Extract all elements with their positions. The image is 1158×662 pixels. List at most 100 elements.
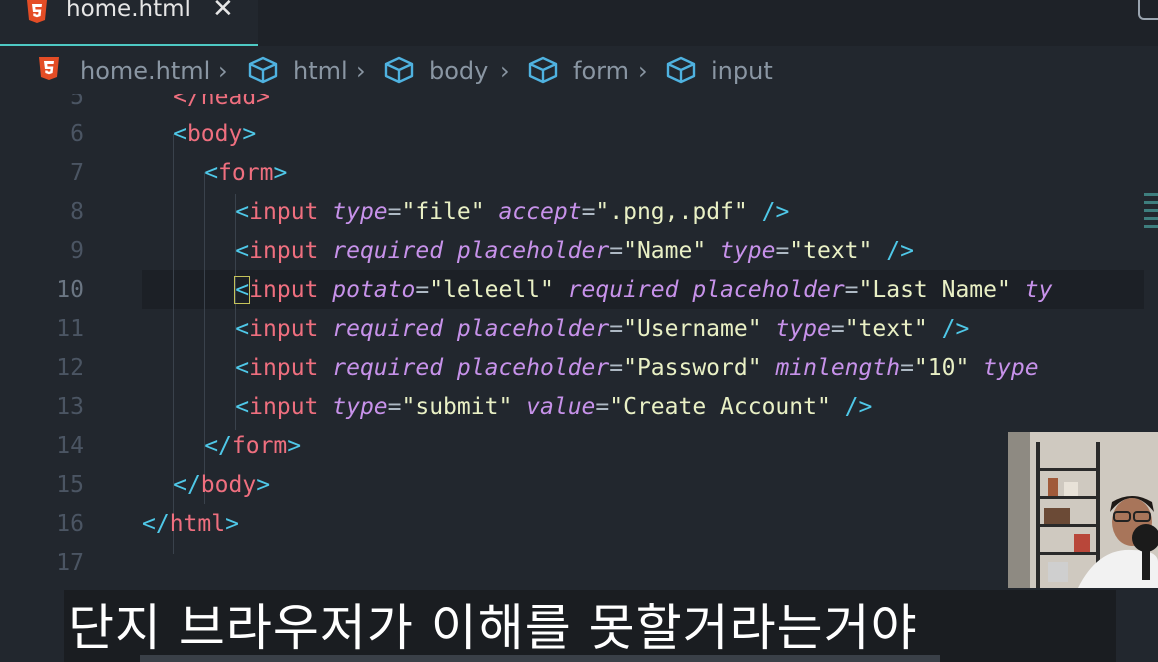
code-token: type	[775, 316, 831, 342]
code-token: input	[249, 394, 319, 420]
code-line[interactable]: </body>	[173, 472, 270, 498]
code-token: />	[747, 199, 790, 225]
code-line[interactable]: <form>	[204, 160, 287, 186]
code-token: required	[332, 238, 444, 264]
code-token: >	[242, 121, 257, 147]
code-line[interactable]: <input type="file" accept=".png,.pdf" />	[235, 199, 789, 225]
code-token: =	[775, 238, 790, 264]
code-token: =	[844, 277, 859, 303]
code-token: />	[927, 316, 970, 342]
code-token: <	[235, 316, 250, 342]
minimap[interactable]	[1144, 188, 1158, 248]
code-token: type	[720, 238, 776, 264]
code-line[interactable]: <input type="submit" value="Create Accou…	[235, 394, 872, 420]
code-token: input	[249, 199, 319, 225]
split-editor-icon[interactable]	[1138, 0, 1158, 20]
code-token: =	[609, 238, 624, 264]
code-token: minlength	[775, 355, 901, 381]
code-token: >	[273, 160, 288, 186]
code-token: required	[567, 277, 679, 303]
code-token: >	[287, 433, 302, 459]
code-line[interactable]: <input potato="leleell" required placeho…	[234, 276, 1053, 304]
code-token: "Create Account"	[609, 394, 831, 420]
horizontal-scrollbar[interactable]	[140, 655, 940, 662]
code-token: />	[872, 238, 914, 264]
code-token: =	[830, 316, 845, 342]
code-token: html	[169, 511, 226, 537]
line-number: 10	[56, 277, 84, 303]
chevron-right-icon: ›	[638, 57, 648, 85]
code-token: "Name"	[623, 238, 707, 264]
code-token: <	[235, 355, 250, 381]
code-token: "10"	[913, 355, 970, 381]
code-token: input	[249, 277, 319, 303]
code-token: "Last Name"	[858, 277, 1011, 303]
code-token: </	[204, 433, 232, 459]
code-line[interactable]: <input required placeholder="Name" type=…	[235, 238, 914, 264]
code-token: accept	[498, 199, 582, 225]
code-line: </head>	[173, 94, 270, 110]
code-token: <	[173, 121, 187, 147]
code-token: >	[225, 511, 239, 537]
chevron-right-icon: ›	[500, 57, 510, 85]
code-token: potato	[332, 277, 416, 303]
breadcrumb-item-file[interactable]: home.html	[80, 57, 210, 85]
cube-icon	[248, 56, 278, 84]
breadcrumb-item-form[interactable]: form	[573, 57, 629, 85]
chevron-right-icon: ›	[218, 57, 228, 85]
code-token: <	[204, 160, 219, 186]
tab-home-html[interactable]: home.html ✕	[0, 0, 258, 46]
line-number: 11	[56, 316, 84, 342]
code-token: =	[609, 316, 624, 342]
chevron-right-icon: ›	[356, 57, 366, 85]
code-token: =	[609, 355, 624, 381]
code-token: =	[595, 394, 610, 420]
code-token: placeholder	[456, 316, 610, 342]
code-token: "text"	[844, 316, 928, 342]
code-token: placeholder	[456, 238, 610, 264]
close-icon[interactable]: ✕	[212, 0, 234, 24]
line-number: 7	[70, 160, 84, 186]
cube-icon	[528, 56, 558, 84]
code-line[interactable]: </form>	[204, 433, 301, 459]
code-line[interactable]: </html>	[142, 511, 239, 537]
code-token: input	[249, 238, 319, 264]
code-line[interactable]: <body>	[173, 121, 256, 147]
tab-title: home.html	[66, 0, 191, 22]
code-token: =	[581, 199, 596, 225]
code-token: placeholder	[692, 277, 845, 303]
code-token: =	[387, 394, 402, 420]
code-token: =	[415, 277, 430, 303]
code-token: =	[387, 199, 402, 225]
code-token: input	[249, 355, 319, 381]
breadcrumb-item-body[interactable]: body	[429, 57, 488, 85]
cube-icon	[666, 56, 696, 84]
line-number: 14	[56, 433, 84, 459]
code-token: "leleell"	[429, 277, 554, 303]
code-editor[interactable]: 5 </head> 6 <body> 7 <form> 8 <input type="file…	[0, 94, 1158, 590]
line-number: 12	[56, 355, 84, 381]
html5-icon	[39, 57, 59, 80]
breadcrumb-item-input[interactable]: input	[711, 57, 773, 85]
line-number: 9	[70, 238, 84, 264]
line-number: 16	[56, 511, 84, 537]
line-number: 13	[56, 394, 84, 420]
code-token: ".png,.pdf"	[595, 199, 748, 225]
breadcrumb: home.html › html › body › form › input	[0, 50, 1158, 94]
code-line[interactable]: <input required placeholder="Username" t…	[235, 316, 969, 342]
breadcrumb-item-html[interactable]: html	[293, 57, 348, 85]
code-token: ty	[1024, 277, 1053, 303]
code-line[interactable]: <input required placeholder="Password" m…	[235, 355, 1038, 381]
code-token: <	[235, 394, 250, 420]
